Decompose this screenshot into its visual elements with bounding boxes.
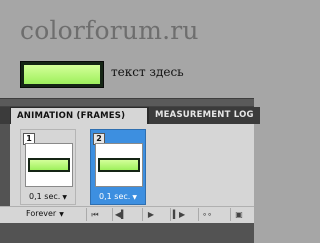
loop-value: Forever <box>26 209 57 218</box>
first-frame-button[interactable]: ⏮ <box>86 208 103 221</box>
frame-delay-value: 0,1 sec. <box>29 192 61 201</box>
animation-panel: ANIMATION (FRAMES) MEASUREMENT LOG 1 0,1… <box>0 98 260 243</box>
animation-toolbar: Forever ▼ ⏮ ◀▍ ▶ ▍▶ ∘∘ ▣ <box>0 206 254 223</box>
panel-bottom <box>0 223 254 243</box>
panel-tabs: ANIMATION (FRAMES) MEASUREMENT LOG <box>0 107 260 124</box>
frame-thumbnail <box>25 143 73 187</box>
loop-options-select[interactable]: Forever ▼ <box>26 209 64 218</box>
frame-delay-value: 0,1 sec. <box>99 192 131 201</box>
next-frame-button[interactable]: ▍▶ <box>170 208 187 221</box>
frame-thumbnail <box>95 143 143 187</box>
frame-2[interactable]: 2 0,1 sec. ▼ <box>90 129 146 205</box>
play-button[interactable]: ▶ <box>142 208 159 221</box>
caption-text: текст здесь <box>111 65 184 79</box>
panel-grip[interactable] <box>0 99 254 107</box>
previous-frame-button[interactable]: ◀▍ <box>112 208 129 221</box>
new-frame-button[interactable]: ▣ <box>230 208 247 221</box>
frame-delay-dropdown[interactable]: 0,1 sec. ▼ <box>91 192 145 201</box>
tween-button[interactable]: ∘∘ <box>198 208 215 221</box>
green-swatch <box>20 61 104 88</box>
frames-strip: 1 0,1 sec. ▼ 2 0,1 sec. ▼ <box>10 124 254 219</box>
frame-delay-dropdown[interactable]: 0,1 sec. ▼ <box>21 192 75 201</box>
tab-measurement-log[interactable]: MEASUREMENT LOG <box>148 107 260 124</box>
chevron-down-icon: ▼ <box>132 194 137 201</box>
site-title: colorforum.ru <box>20 16 199 45</box>
tab-animation-frames[interactable]: ANIMATION (FRAMES) <box>10 107 148 124</box>
chevron-down-icon: ▼ <box>59 211 64 218</box>
chevron-down-icon: ▼ <box>62 194 67 201</box>
frame-1[interactable]: 1 0,1 sec. ▼ <box>20 129 76 205</box>
